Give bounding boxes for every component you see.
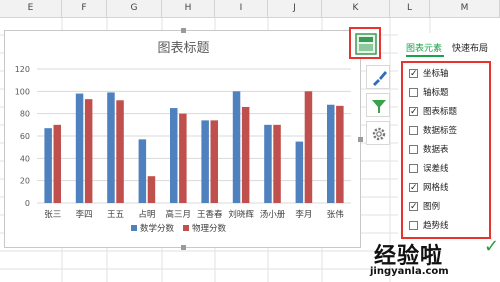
column-header-l[interactable]: L — [390, 0, 430, 17]
watermark-check: ✓ — [484, 236, 500, 257]
resize-handle-top[interactable] — [181, 28, 186, 33]
legend-label[interactable]: 物理分数 — [192, 223, 227, 234]
bar-math-7[interactable] — [232, 91, 241, 203]
bar-physics-1[interactable] — [53, 124, 62, 203]
resize-handle-bottom[interactable] — [181, 245, 186, 250]
legend-label[interactable]: 数学分数 — [140, 223, 175, 234]
x-tick-label: 汤小册 — [260, 209, 286, 220]
x-tick-label: 张三 — [44, 210, 61, 220]
option-label: 图例 — [423, 202, 441, 212]
panel-tabs: 图表元素 快速布局 — [398, 33, 500, 61]
option-checkbox[interactable] — [409, 221, 418, 230]
option-label: 坐标轴 — [423, 69, 449, 79]
tab-quick-layout[interactable]: 快速布局 — [452, 41, 488, 54]
option-label: 误差线 — [423, 164, 449, 174]
y-tick-label: 40 — [20, 154, 30, 163]
bar-math-10[interactable] — [327, 104, 335, 203]
option-label: 趋势线 — [423, 221, 449, 231]
resize-handle-right[interactable] — [358, 137, 363, 142]
bar-physics-8[interactable] — [273, 124, 281, 203]
y-tick-label: 60 — [20, 132, 30, 141]
bar-physics-4[interactable] — [147, 176, 156, 203]
tab-chart-elements[interactable]: 图表元素 — [406, 41, 442, 54]
column-header-e[interactable]: E — [0, 0, 62, 17]
bar-math-1[interactable] — [44, 128, 52, 203]
x-tick-label: 王香春 — [197, 209, 223, 220]
site-watermark: 经验啦 ✓ jingyanla.com — [364, 236, 500, 282]
chart-title[interactable]: 图表标题 — [157, 41, 209, 56]
column-header-f[interactable]: F — [62, 0, 107, 17]
bar-physics-7[interactable] — [241, 106, 250, 203]
bar-physics-3[interactable] — [116, 100, 124, 203]
bar-math-5[interactable] — [170, 108, 178, 203]
x-tick-label: 高三月 — [166, 209, 192, 220]
option-label: 轴标题 — [423, 88, 449, 98]
option-checkbox[interactable] — [409, 145, 418, 154]
bar-physics-2[interactable] — [84, 99, 93, 203]
active-tab-indicator — [406, 55, 444, 57]
option-checkbox[interactable] — [409, 88, 418, 97]
chart-object[interactable]: 图表标题 0 20 40 60 80 100 120 张三 李四 王五 占明 高三月 王香春 刘晓辉 汤小册李… — [4, 28, 363, 250]
chart-elements-button[interactable] — [349, 27, 381, 59]
option-label: 网格线 — [423, 183, 449, 193]
bar-math-8[interactable] — [264, 124, 272, 203]
option-label: 数据标签 — [423, 126, 458, 136]
y-tick-label: 0 — [25, 199, 30, 208]
x-tick-label: 王五 — [107, 210, 125, 220]
chart-settings-gear-icon — [372, 127, 386, 141]
option-checkbox[interactable] — [409, 67, 418, 81]
bar-math-9[interactable] — [295, 141, 304, 203]
x-tick-label: 李四 — [76, 209, 93, 220]
chart-style-button[interactable] — [366, 65, 390, 89]
x-tick-label: 占明 — [138, 209, 155, 220]
column-header-k[interactable]: K — [322, 0, 390, 17]
chart-filter-icon — [372, 100, 386, 113]
column-header-bar: EFGHIJKLM — [0, 0, 500, 18]
legend-swatch — [183, 225, 189, 231]
x-tick-label: 张伟 — [327, 209, 345, 220]
legend-swatch — [131, 225, 137, 231]
column-header-g[interactable]: G — [107, 0, 162, 17]
column-header-j[interactable]: J — [268, 0, 322, 17]
bar-math-4[interactable] — [138, 139, 147, 203]
x-tick-label: 刘晓辉 — [228, 209, 254, 220]
y-tick-label: 20 — [20, 177, 30, 186]
option-checkbox[interactable] — [409, 200, 418, 214]
bar-physics-5[interactable] — [179, 113, 187, 203]
option-checkbox[interactable] — [409, 181, 418, 195]
chart-elements-icon — [355, 33, 377, 55]
y-tick-label: 100 — [15, 87, 30, 96]
watermark-url: jingyanla.com — [370, 266, 449, 277]
chart-style-brush-icon — [373, 71, 387, 86]
chart-canvas: 图表标题 0 20 40 60 80 100 120 张三 李四 王五 占明 高三月 王香春 刘晓辉 汤小册李… — [15, 41, 351, 234]
column-header-i[interactable]: I — [215, 0, 268, 17]
x-tick-label: 李月 — [295, 209, 312, 220]
y-tick-label: 120 — [15, 65, 30, 74]
bar-physics-9[interactable] — [304, 91, 313, 203]
bar-math-3[interactable] — [107, 92, 115, 203]
bar-physics-10[interactable] — [336, 105, 344, 203]
column-header-m[interactable]: M — [430, 0, 500, 17]
chart-element-options: 坐标轴轴标题图表标题数据标签数据表误差线网格线图例趋势线 — [401, 61, 491, 239]
y-tick-label: 80 — [20, 110, 30, 119]
option-checkbox[interactable] — [409, 105, 418, 119]
column-header-h[interactable]: H — [162, 0, 215, 17]
option-checkbox[interactable] — [409, 126, 418, 135]
option-label: 数据表 — [423, 145, 449, 155]
chart-filter-button[interactable] — [366, 93, 390, 117]
chart-settings-button[interactable] — [366, 121, 390, 145]
option-label: 图表标题 — [423, 107, 458, 117]
option-checkbox[interactable] — [409, 164, 418, 173]
bar-physics-6[interactable] — [210, 120, 219, 203]
bar-math-2[interactable] — [75, 93, 84, 203]
bar-math-6[interactable] — [201, 120, 209, 203]
